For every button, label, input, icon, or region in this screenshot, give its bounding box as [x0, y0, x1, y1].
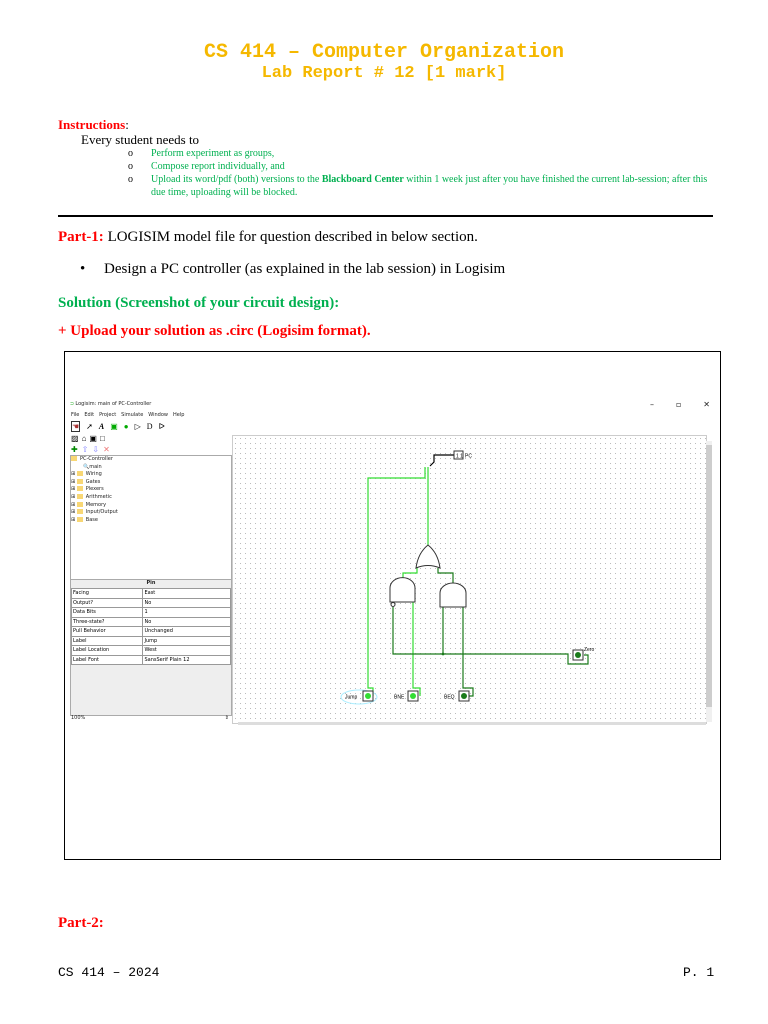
svg-text:BEQ: BEQ: [444, 695, 455, 701]
pc-output-pin: 1 1 PC: [453, 450, 472, 460]
and-gate-1: [389, 577, 416, 603]
part2-heading: Part-2:: [58, 915, 104, 931]
inverter-bubble: [390, 602, 396, 607]
svg-text:PC: PC: [465, 454, 472, 460]
and2-output-wire: [437, 568, 454, 583]
footer-course: CS 414 – 2024: [58, 965, 160, 980]
zero-input-pin: Zero: [572, 647, 595, 661]
beq-wire: [462, 607, 474, 697]
svg-text:1 1: 1 1: [456, 454, 463, 460]
footer-page-number: P. 1: [683, 965, 715, 980]
svg-text:BNE: BNE: [394, 695, 405, 701]
circuit-diagram: 1 1 PC Jump BNE BEQ Zero: [340, 450, 595, 705]
pc-bus-wire: [429, 454, 454, 467]
wire-junction: [441, 652, 445, 656]
bne-input-pin: BNE: [394, 690, 419, 702]
zero-wire: [392, 607, 589, 665]
document-page: CS 414 – Computer Organization Lab Repor…: [0, 0, 768, 1024]
and-gate-2: [439, 582, 467, 608]
bne-wire: [412, 602, 421, 696]
jump-input-pin: Jump: [345, 690, 374, 702]
svg-text:Jump: Jump: [345, 695, 357, 701]
or-gate: [415, 544, 441, 569]
svg-text:Zero: Zero: [584, 647, 595, 653]
beq-input-pin: BEQ: [444, 690, 470, 702]
